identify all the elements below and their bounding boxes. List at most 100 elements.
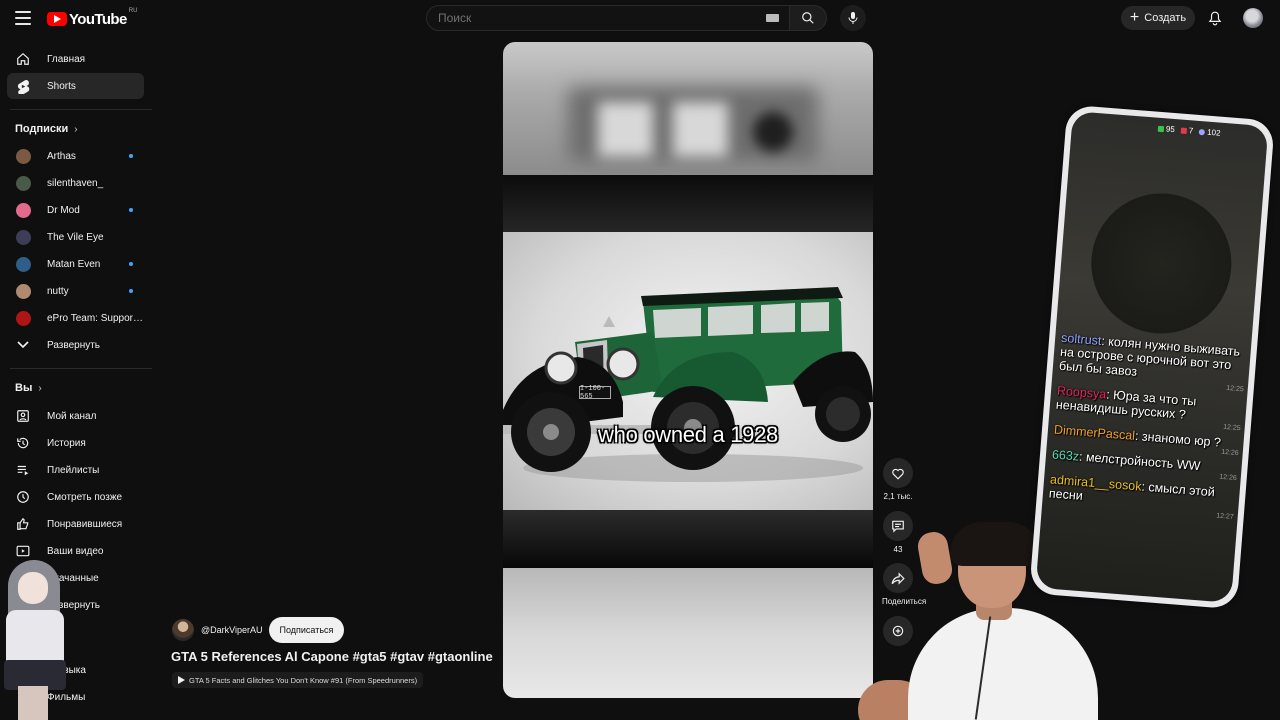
chat-nick: 663z (1051, 447, 1080, 464)
video-title[interactable]: GTA 5 References Al Capone #gta5 #gtav #… (171, 649, 493, 664)
plus-icon: + (1129, 9, 1140, 26)
sidebar-item-playlists[interactable]: Плейлисты (7, 457, 144, 483)
chat-message: soltrust: колян нужно выживать на остров… (1052, 328, 1251, 393)
search-input[interactable] (438, 11, 758, 25)
divider (10, 368, 152, 369)
subscriptions-title[interactable]: Подписки › (15, 123, 78, 135)
subscribe-button[interactable]: Подписаться (268, 617, 345, 643)
logo-region: RU (128, 8, 138, 14)
search-icon (802, 12, 814, 24)
subscription-label: silenthaven_ (47, 177, 104, 189)
new-content-dot (129, 154, 133, 158)
youtube-icon (1180, 127, 1187, 134)
sidebar-item-watch-later[interactable]: Смотреть позже (7, 484, 144, 510)
bell-icon (1208, 11, 1222, 25)
viewers-stat: 102 (1198, 127, 1221, 138)
subscription-item[interactable]: silenthaven_ (7, 170, 144, 196)
avatar (16, 149, 31, 164)
like-action[interactable]: 2,1 тыс. (882, 458, 914, 501)
sidebar-item-my-channel[interactable]: Мой канал (7, 403, 144, 429)
anime-figure-overlay (0, 560, 72, 720)
chevron-right-icon: › (38, 382, 42, 394)
subs-stat: 7 (1180, 126, 1194, 136)
keyboard-icon[interactable] (766, 14, 779, 22)
mic-icon (848, 12, 858, 24)
letterbox-band (503, 175, 873, 232)
letterbox-band (503, 510, 873, 568)
blurred-frame-bottom (503, 568, 873, 698)
sidebar-item-label: Понравившиеся (47, 518, 123, 530)
logo-text: YouTube (69, 10, 127, 28)
playlists-icon (16, 463, 30, 477)
subscription-item[interactable]: Arthas (7, 143, 144, 169)
avatar (16, 311, 31, 326)
stream-stats: 95 7 102 (1157, 124, 1221, 138)
sidebar-item-label: История (47, 437, 86, 449)
new-content-dot (129, 262, 133, 266)
subscription-label: The Vile Eye (47, 231, 104, 243)
subscription-item[interactable]: nutty (7, 278, 144, 304)
play-icon (178, 676, 185, 684)
notifications-button[interactable] (1205, 8, 1225, 28)
top-bar: YouTube RU + Создать (0, 0, 1280, 36)
expand-label: Развернуть (47, 339, 101, 351)
chat-text: знаномо юр ? (1141, 429, 1222, 450)
phone-screen: 95 7 102 soltrust: колян нужно выживать … (1035, 111, 1269, 603)
channel-name[interactable]: @DarkViperAU (201, 625, 263, 635)
subscriptions-expand-button[interactable]: Развернуть (7, 332, 144, 358)
playlist-title: GTA 5 Facts and Glitches You Don't Know … (189, 675, 418, 685)
subscription-item[interactable]: The Vile Eye (7, 224, 144, 250)
license-plate: I-100-565 (579, 385, 611, 401)
avatar (16, 230, 31, 245)
chat-text: мелстройность WW (1085, 450, 1201, 474)
subscription-label: nutty (47, 285, 69, 297)
like-count: 2,1 тыс. (883, 492, 913, 501)
user-icon (1198, 128, 1206, 136)
sidebar-item-label: Мой канал (47, 410, 97, 422)
subscription-item[interactable]: ePro Team: Suppor… (7, 305, 144, 331)
video-caption: who owned a 1928 (598, 422, 778, 447)
sidebar-item-label: Главная (47, 53, 86, 65)
create-button[interactable]: + Создать (1121, 6, 1195, 30)
subscription-label: Matan Even (47, 258, 101, 270)
chevron-down-icon (16, 338, 30, 352)
youtube-play-icon (47, 12, 67, 26)
sidebar-item-home[interactable]: Главная (7, 46, 144, 72)
you-title[interactable]: Вы › (15, 382, 42, 394)
like-button[interactable] (883, 458, 913, 488)
divider (10, 109, 152, 110)
subscriptions-title-text: Подписки (15, 123, 69, 135)
video-frame-car: I-100-565 (503, 232, 873, 510)
subscription-item[interactable]: Dr Mod (7, 197, 144, 223)
sidebar-item-history[interactable]: История (7, 430, 144, 456)
home-icon (16, 52, 30, 66)
sidebar-item-label: Shorts (47, 80, 76, 92)
phone-chat-overlay: 95 7 102 soltrust: колян нужно выживать … (1029, 104, 1275, 610)
subscription-item[interactable]: Matan Even (7, 251, 144, 277)
create-label: Создать (1144, 12, 1187, 24)
new-content-dot (129, 289, 133, 293)
sidebar-item-shorts[interactable]: Shorts (7, 73, 144, 99)
watch-later-icon (16, 490, 30, 504)
chat-time: 12:27 (1215, 512, 1234, 521)
account-avatar[interactable] (1243, 8, 1263, 28)
youtube-logo[interactable]: YouTube RU (47, 8, 138, 29)
history-icon (16, 436, 30, 450)
avatar (16, 257, 31, 272)
vintage-car-illustration (503, 287, 873, 482)
channel-avatar[interactable] (172, 619, 194, 641)
shorts-player[interactable]: I-100-565 who owned a 1928 (503, 42, 873, 698)
search-button[interactable] (789, 5, 827, 31)
avatar (16, 284, 31, 299)
playlist-chip[interactable]: GTA 5 Facts and Glitches You Don't Know … (172, 672, 424, 688)
sidebar-item-liked[interactable]: Понравившиеся (7, 511, 144, 537)
chat-nick: DimmerPascal (1053, 422, 1136, 443)
channel-icon (16, 409, 30, 423)
voice-search-button[interactable] (840, 5, 866, 31)
avatar (16, 176, 31, 191)
channel-row: @DarkViperAU Подписаться (172, 617, 345, 643)
heart-icon (892, 468, 904, 480)
menu-icon[interactable] (12, 7, 34, 29)
your-videos-icon (16, 544, 30, 558)
new-content-dot (129, 208, 133, 212)
